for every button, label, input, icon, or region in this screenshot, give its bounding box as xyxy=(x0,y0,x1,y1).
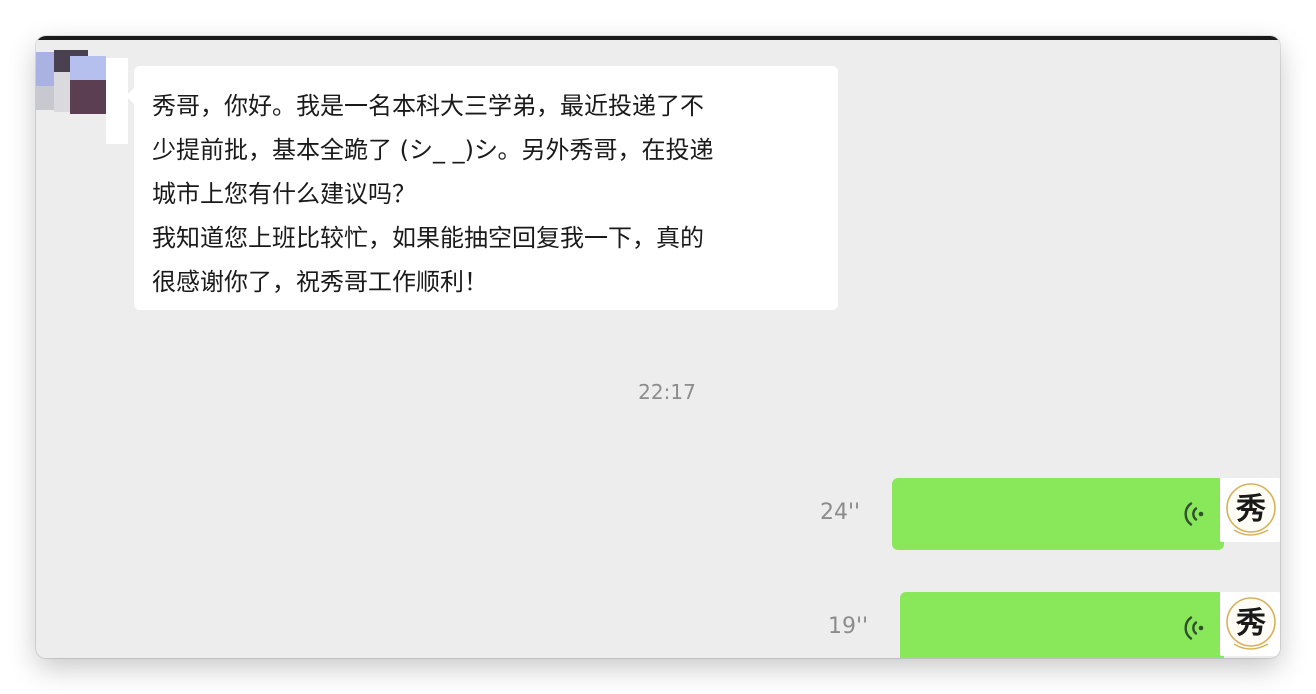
svg-text:秀: 秀 xyxy=(1235,606,1266,641)
voice-message-bubble[interactable] xyxy=(892,478,1232,550)
calligraphy-avatar-icon: 秀 xyxy=(1226,597,1276,650)
my-avatar[interactable]: 秀 xyxy=(1220,478,1280,542)
message-line: 少提前批，基本全跪了 (シ_ _)シ。另外秀哥，在投递 xyxy=(152,136,714,164)
voice-message-row: 24'' 秀 xyxy=(820,478,1280,550)
my-avatar[interactable]: 秀 xyxy=(1220,592,1280,656)
message-line: 很感谢你了，祝秀哥工作顺利！ xyxy=(152,268,488,296)
voice-wave-icon xyxy=(1184,616,1204,640)
message-line: 秀哥，你好。我是一名本科大三学弟，最近投递了不 xyxy=(152,92,704,120)
message-timestamp: 22:17 xyxy=(638,380,696,404)
voice-duration: 24'' xyxy=(820,500,861,525)
voice-wave-icon xyxy=(1184,502,1204,526)
voice-message-bubble[interactable] xyxy=(900,592,1232,658)
voice-message-row: 19'' 秀 xyxy=(820,592,1280,658)
chat-window: 秀哥，你好。我是一名本科大三学弟，最近投递了不 少提前批，基本全跪了 (シ_ _… xyxy=(36,36,1280,658)
message-line: 我知道您上班比较忙，如果能抽空回复我一下，真的 xyxy=(152,224,704,252)
message-line: 城市上您有什么建议吗？ xyxy=(152,180,416,208)
sender-avatar[interactable] xyxy=(36,50,128,146)
incoming-text-bubble[interactable]: 秀哥，你好。我是一名本科大三学弟，最近投递了不 少提前批，基本全跪了 (シ_ _… xyxy=(126,66,838,310)
calligraphy-avatar-icon: 秀 xyxy=(1226,483,1276,536)
voice-duration: 19'' xyxy=(828,614,869,639)
svg-text:秀: 秀 xyxy=(1235,492,1266,527)
